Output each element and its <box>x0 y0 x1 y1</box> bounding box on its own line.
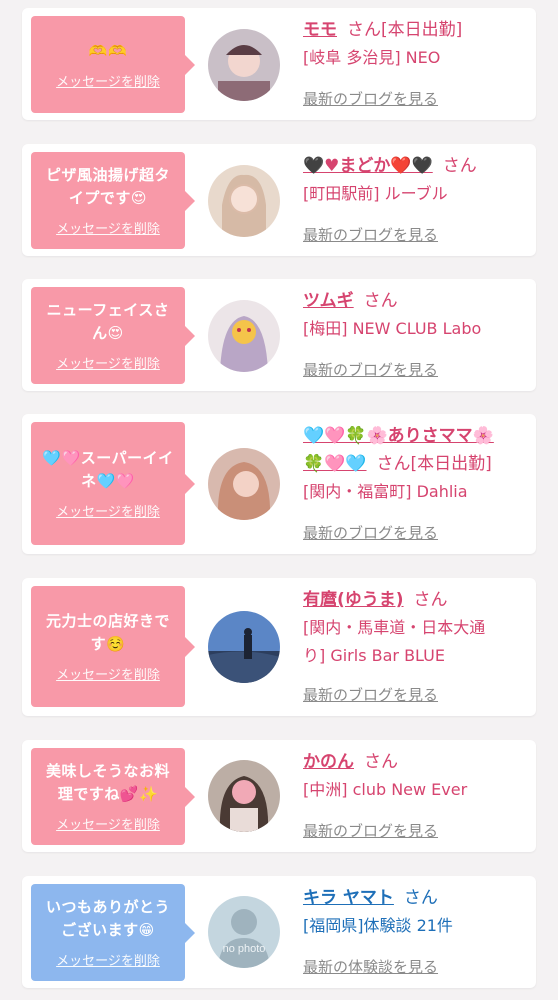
shop-detail: [町田駅前] ルーブル <box>303 184 448 203</box>
delete-message-link[interactable]: メッセージを削除 <box>56 501 160 520</box>
latest-blog-link[interactable]: 最新のブログを見る <box>303 359 438 380</box>
message-card: 元力士の店好きです☺️ メッセージを削除 有麿(ゆうま) さん [関内・馬車道・日… <box>22 578 536 716</box>
message-text: 元力士の店好きです☺️ <box>45 612 170 653</box>
latest-blog-link[interactable]: 最新のブログを見る <box>303 88 438 109</box>
honorific: さん <box>442 156 477 176</box>
message-text: 美味しそうなお料理ですね💕✨ <box>45 762 170 803</box>
photo-avatar-icon <box>208 760 280 832</box>
shop-detail: [関内・福富町] Dahlia <box>303 482 468 501</box>
message-card: 美味しそうなお料理ですね💕✨ メッセージを削除 かのん さん [中洲] club … <box>22 740 536 852</box>
avatar[interactable] <box>208 611 280 683</box>
message-text: 🫶🫶 <box>88 41 128 60</box>
photo-avatar-icon <box>208 611 280 683</box>
avatar[interactable] <box>208 448 280 520</box>
honorific: さん <box>413 590 448 610</box>
shop-detail: [岐阜 多治見] NEO <box>303 48 441 67</box>
avatar[interactable] <box>208 760 280 832</box>
latest-blog-link[interactable]: 最新のブログを見る <box>303 820 438 841</box>
message-bubble: ピザ風油揚げ超タイプです😍 メッセージを削除 <box>31 152 195 249</box>
message-bubble: 元力士の店好きです☺️ メッセージを削除 <box>31 586 195 707</box>
delete-message-link[interactable]: メッセージを削除 <box>56 353 160 372</box>
girl-name-link[interactable]: ツムギ <box>303 291 354 311</box>
avatar[interactable]: no photo <box>208 896 280 968</box>
message-bubble: いつもありがとうございます😁 メッセージを削除 <box>31 884 195 981</box>
message-card: 🩵🩷スーパーイイネ🩵🩷 メッセージを削除 🩵🩷🍀🌸ありさママ🌸 🍀🩷🩵 さん[本日… <box>22 414 536 554</box>
girl-name-link-cont[interactable]: 🍀🩷🩵 <box>303 454 367 474</box>
delete-message-link[interactable]: メッセージを削除 <box>56 950 160 969</box>
message-text: ピザ風油揚げ超タイプです😍 <box>45 166 170 207</box>
latest-review-link[interactable]: 最新の体験談を見る <box>303 956 438 977</box>
message-card: ピザ風油揚げ超タイプです😍 メッセージを削除 🖤♥まどか❤️🖤 さん [町田駅前]… <box>22 144 536 256</box>
status-text: [本日出勤] <box>381 20 463 40</box>
honorific: さん <box>364 752 398 772</box>
shop-detail: [中洲] club New Ever <box>303 780 468 799</box>
message-text: いつもありがとうございます😁 <box>45 898 170 939</box>
delete-message-link[interactable]: メッセージを削除 <box>56 218 160 237</box>
no-photo-label: no photo <box>223 943 266 955</box>
no-photo-avatar-icon: no photo <box>208 896 280 968</box>
latest-blog-link[interactable]: 最新のブログを見る <box>303 224 438 245</box>
photo-avatar-icon <box>208 29 280 101</box>
girl-name-link[interactable]: 有麿(ゆうま) <box>303 590 404 610</box>
honorific: さん <box>403 888 438 908</box>
message-bubble: ニューフェイスさん😍 メッセージを削除 <box>31 287 195 384</box>
latest-blog-link[interactable]: 最新のブログを見る <box>303 684 438 705</box>
honorific: さん <box>376 454 411 474</box>
delete-message-link[interactable]: メッセージを削除 <box>56 814 160 833</box>
message-list: 🫶🫶 メッセージを削除 モモ さん[本日出勤] [岐阜 多治見] NEO 最新のブ… <box>0 0 558 1000</box>
honorific: さん <box>363 291 398 311</box>
photo-avatar-icon <box>208 165 280 237</box>
honorific: さん <box>347 20 381 40</box>
message-bubble: 🩵🩷スーパーイイネ🩵🩷 メッセージを削除 <box>31 422 195 545</box>
message-bubble: 美味しそうなお料理ですね💕✨ メッセージを削除 <box>31 748 195 845</box>
avatar[interactable] <box>208 29 280 101</box>
message-card: 🫶🫶 メッセージを削除 モモ さん[本日出勤] [岐阜 多治見] NEO 最新のブ… <box>22 8 536 120</box>
girl-name-link[interactable]: 🩵🩷🍀🌸ありさママ🌸 <box>303 426 494 446</box>
message-text: 🩵🩷スーパーイイネ🩵🩷 <box>42 449 174 490</box>
photo-avatar-icon <box>208 300 280 372</box>
latest-blog-link[interactable]: 最新のブログを見る <box>303 522 438 543</box>
message-text: ニューフェイスさん😍 <box>46 301 170 342</box>
delete-message-link[interactable]: メッセージを削除 <box>56 71 160 90</box>
avatar[interactable] <box>208 300 280 372</box>
message-bubble: 🫶🫶 メッセージを削除 <box>31 16 195 113</box>
shop-detail-line1: [関内・馬車道・日本大通 <box>303 618 486 637</box>
delete-message-link[interactable]: メッセージを削除 <box>56 664 160 683</box>
review-detail: [福岡県]体験談 21件 <box>303 916 453 935</box>
avatar[interactable] <box>208 165 280 237</box>
shop-detail: [梅田] NEW CLUB Labo <box>303 319 482 338</box>
photo-avatar-icon <box>208 448 280 520</box>
user-name-link[interactable]: キラ ヤマト <box>303 888 394 908</box>
message-card: いつもありがとうございます😁 メッセージを削除 no photo キラ ヤマトさ… <box>22 876 536 988</box>
girl-name-link[interactable]: モモ <box>303 20 337 40</box>
girl-name-link[interactable]: 🖤♥まどか❤️🖤 <box>303 156 433 176</box>
message-card: ニューフェイスさん😍 メッセージを削除 ツムギ さん [梅田] NEW CLUB … <box>22 279 536 391</box>
girl-name-link[interactable]: かのん <box>303 752 354 772</box>
status-text: [本日出勤] <box>410 454 492 474</box>
shop-detail-line2: り] Girls Bar BLUE <box>303 646 445 665</box>
